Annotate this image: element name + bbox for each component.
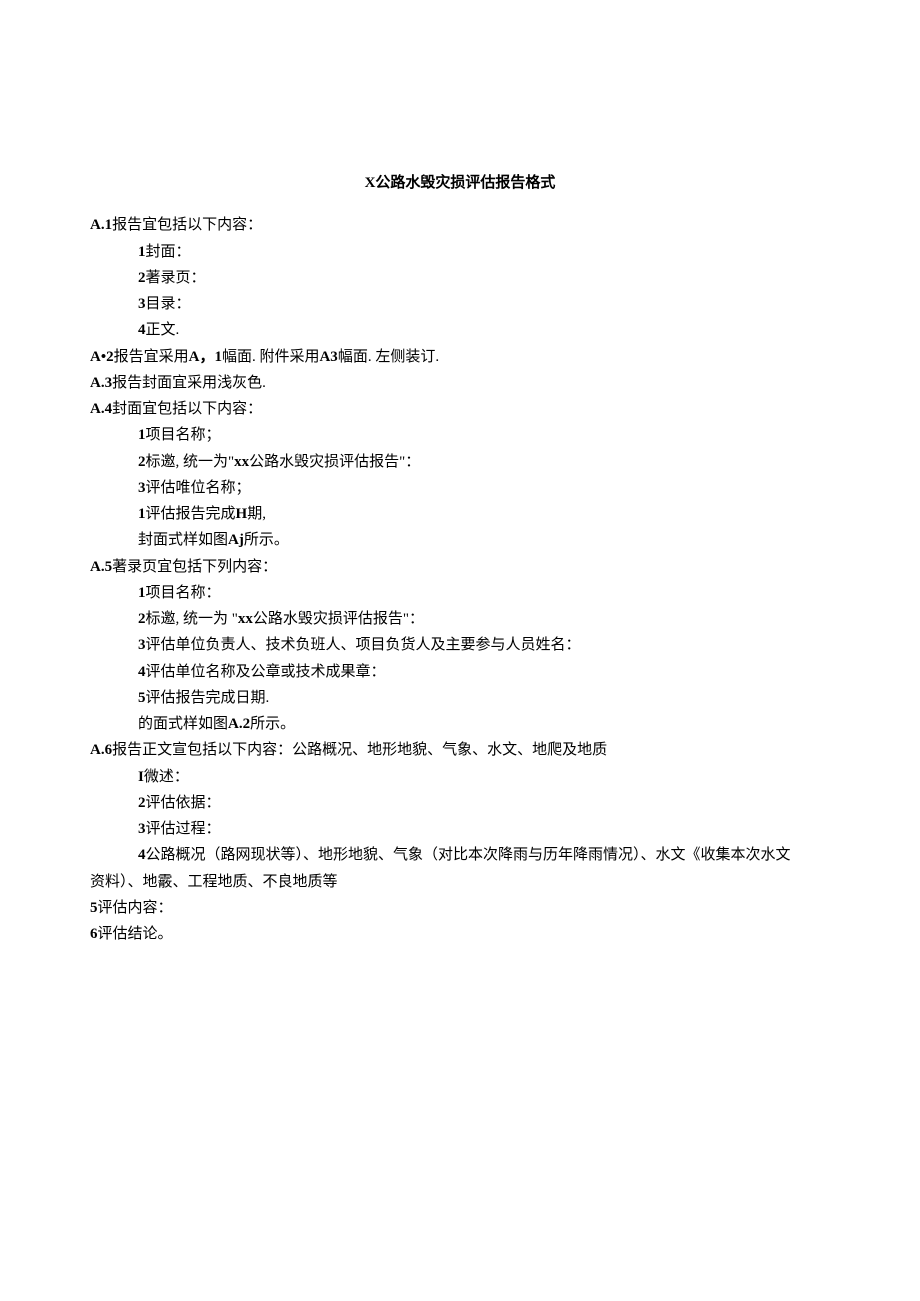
a6-item-3: 3评估过程： xyxy=(90,816,830,842)
a4-item-3-text: 评估唯位名称； xyxy=(146,480,251,496)
a6-item-2: 2评估依据： xyxy=(90,790,830,816)
a6-item-1-text: 微述： xyxy=(144,769,189,785)
a2-text3: 幅面. 左侧装订. xyxy=(338,349,439,365)
a4-item-4-text2: 期, xyxy=(247,506,266,522)
a4-item-2: 2标邀, 统一为"xx公路水毁灾损评估报告"： xyxy=(90,449,830,475)
section-a2: A•2报告宜采用A，1幅面. 附件采用A3幅面. 左侧装订. xyxy=(90,344,830,370)
a1-item-1-text: 封面： xyxy=(146,244,191,260)
a6-item-6-bold: 6 xyxy=(90,926,98,942)
a1-item-4-text: 正文. xyxy=(146,322,180,338)
a6-item-1: I微述： xyxy=(90,764,830,790)
a5-item-5-text: 评估报告完成日期. xyxy=(146,690,270,706)
a5-item-1: 1项目名称： xyxy=(90,580,830,606)
a6-wrap: 资料）、地霰、工程地质、不良地质等 xyxy=(90,869,830,895)
a5-item-3-bold: 3 xyxy=(138,637,146,653)
a5-item-6-inner: A.2 xyxy=(228,716,250,732)
document-title: X公路水毁灾损评估报告格式 xyxy=(90,170,830,196)
a5-item-2-text1: 标邀, 统一为 " xyxy=(146,611,238,627)
a4-item-5-inner: Aj xyxy=(228,532,244,548)
a1-item-4-bold: 4 xyxy=(138,322,146,338)
a6-item-4-bold: 4 xyxy=(138,847,146,863)
a6-item-5: 5评估内容： xyxy=(90,895,830,921)
a1-item-3: 3目录： xyxy=(90,291,830,317)
a5-bold: A.5 xyxy=(90,559,112,575)
a5-item-6-text1: 的面式样如图 xyxy=(138,716,228,732)
a4-item-3-bold: 3 xyxy=(138,480,146,496)
a4-item-4-inner: H xyxy=(236,506,248,522)
a6-item-2-text: 评估依据： xyxy=(146,795,221,811)
a4-item-4-bold: 1 xyxy=(138,506,146,522)
a1-text: 报告宜包括以下内容： xyxy=(112,217,262,233)
a2-bold3: A3 xyxy=(319,349,337,365)
a2-bold1: A•2 xyxy=(90,349,114,365)
a6-item-4: 4公路概况（路网现状等）、地形地貌、气象（对比本次降雨与历年降雨情况）、水文《收… xyxy=(90,842,830,868)
a6-item-3-text: 评估过程： xyxy=(146,821,221,837)
a5-item-5: 5评估报告完成日期. xyxy=(90,685,830,711)
a3-text: 报告封面宜采用浅灰色. xyxy=(112,375,266,391)
a6-bold: A.6 xyxy=(90,742,112,758)
section-a6-header: A.6报告正文宣包括以下内容：公路概况、地形地貌、气象、水文、地爬及地质 xyxy=(90,737,830,763)
a2-bold2: A，1 xyxy=(189,349,222,365)
a5-item-6-text2: 所示。 xyxy=(250,716,295,732)
a1-item-2: 2著录页： xyxy=(90,265,830,291)
a1-bold: A.1 xyxy=(90,217,112,233)
a6-item-6-text: 评估结论。 xyxy=(98,926,173,942)
a6-wrap-text: 资料）、地霰、工程地质、不良地质等 xyxy=(90,874,338,890)
a2-text2: 幅面. 附件采用 xyxy=(222,349,320,365)
a5-item-2: 2标邀, 统一为 "xx公路水毁灾损评估报告"： xyxy=(90,606,830,632)
a2-text1: 报告宜采用 xyxy=(114,349,189,365)
a4-item-2-text1: 标邀, 统一为" xyxy=(146,454,235,470)
a4-item-3: 3评估唯位名称； xyxy=(90,475,830,501)
a4-item-4: 1评估报告完成H期, xyxy=(90,501,830,527)
a6-text: 报告正文宣包括以下内容：公路概况、地形地貌、气象、水文、地爬及地质 xyxy=(112,742,607,758)
section-a3: A.3报告封面宜采用浅灰色. xyxy=(90,370,830,396)
a5-item-3: 3评估单位负责人、技术负班人、项目负货人及主要参与人员姓名： xyxy=(90,632,830,658)
a5-text: 著录页宜包括下列内容： xyxy=(112,559,277,575)
a1-item-4: 4正文. xyxy=(90,317,830,343)
a5-item-4: 4评估单位名称及公章或技术成果章： xyxy=(90,659,830,685)
a5-item-2-text2: 公路水毁灾损评估报告"： xyxy=(253,611,424,627)
a6-item-3-bold: 3 xyxy=(138,821,146,837)
a6-item-4-text: 公路概况（路网现状等）、地形地貌、气象（对比本次降雨与历年降雨情况）、水文《收集… xyxy=(146,847,791,863)
a5-item-6: 的面式样如图A.2所示。 xyxy=(90,711,830,737)
a4-item-5-text1: 封面式样如图 xyxy=(138,532,228,548)
a5-item-5-bold: 5 xyxy=(138,690,146,706)
a4-text: 封面宜包括以下内容： xyxy=(112,401,262,417)
a4-item-1-text: 项目名称； xyxy=(146,427,221,443)
a1-item-3-bold: 3 xyxy=(138,296,146,312)
a5-item-4-text: 评估单位名称及公章或技术成果章： xyxy=(146,664,386,680)
a4-bold: A.4 xyxy=(90,401,112,417)
a5-item-2-inner: xx xyxy=(238,611,253,627)
a6-item-6: 6评估结论。 xyxy=(90,921,830,947)
a1-item-2-bold: 2 xyxy=(138,270,146,286)
a4-item-2-bold: 2 xyxy=(138,454,146,470)
a5-item-4-bold: 4 xyxy=(138,664,146,680)
a6-item-5-text: 评估内容： xyxy=(98,900,173,916)
a5-item-3-text: 评估单位负责人、技术负班人、项目负货人及主要参与人员姓名： xyxy=(146,637,581,653)
a1-item-3-text: 目录： xyxy=(146,296,191,312)
section-a5-header: A.5著录页宜包括下列内容： xyxy=(90,554,830,580)
a5-item-2-bold: 2 xyxy=(138,611,146,627)
a4-item-2-inner: xx xyxy=(234,454,249,470)
a4-item-2-text2: 公路水毁灾损评估报告"： xyxy=(249,454,420,470)
a4-item-5-text2: 所示。 xyxy=(244,532,289,548)
a1-item-1: 1封面： xyxy=(90,239,830,265)
a3-bold: A.3 xyxy=(90,375,112,391)
a5-item-1-bold: 1 xyxy=(138,585,146,601)
a1-item-2-text: 著录页： xyxy=(146,270,206,286)
a6-item-5-bold: 5 xyxy=(90,900,98,916)
a5-item-1-text: 项目名称： xyxy=(146,585,221,601)
section-a4-header: A.4封面宜包括以下内容： xyxy=(90,396,830,422)
a4-item-4-text1: 评估报告完成 xyxy=(146,506,236,522)
a6-item-2-bold: 2 xyxy=(138,795,146,811)
a4-item-1: 1项目名称； xyxy=(90,422,830,448)
a4-item-1-bold: 1 xyxy=(138,427,146,443)
a1-item-1-bold: 1 xyxy=(138,244,146,260)
section-a1-header: A.1报告宜包括以下内容： xyxy=(90,212,830,238)
a4-item-5: 封面式样如图Aj所示。 xyxy=(90,527,830,553)
